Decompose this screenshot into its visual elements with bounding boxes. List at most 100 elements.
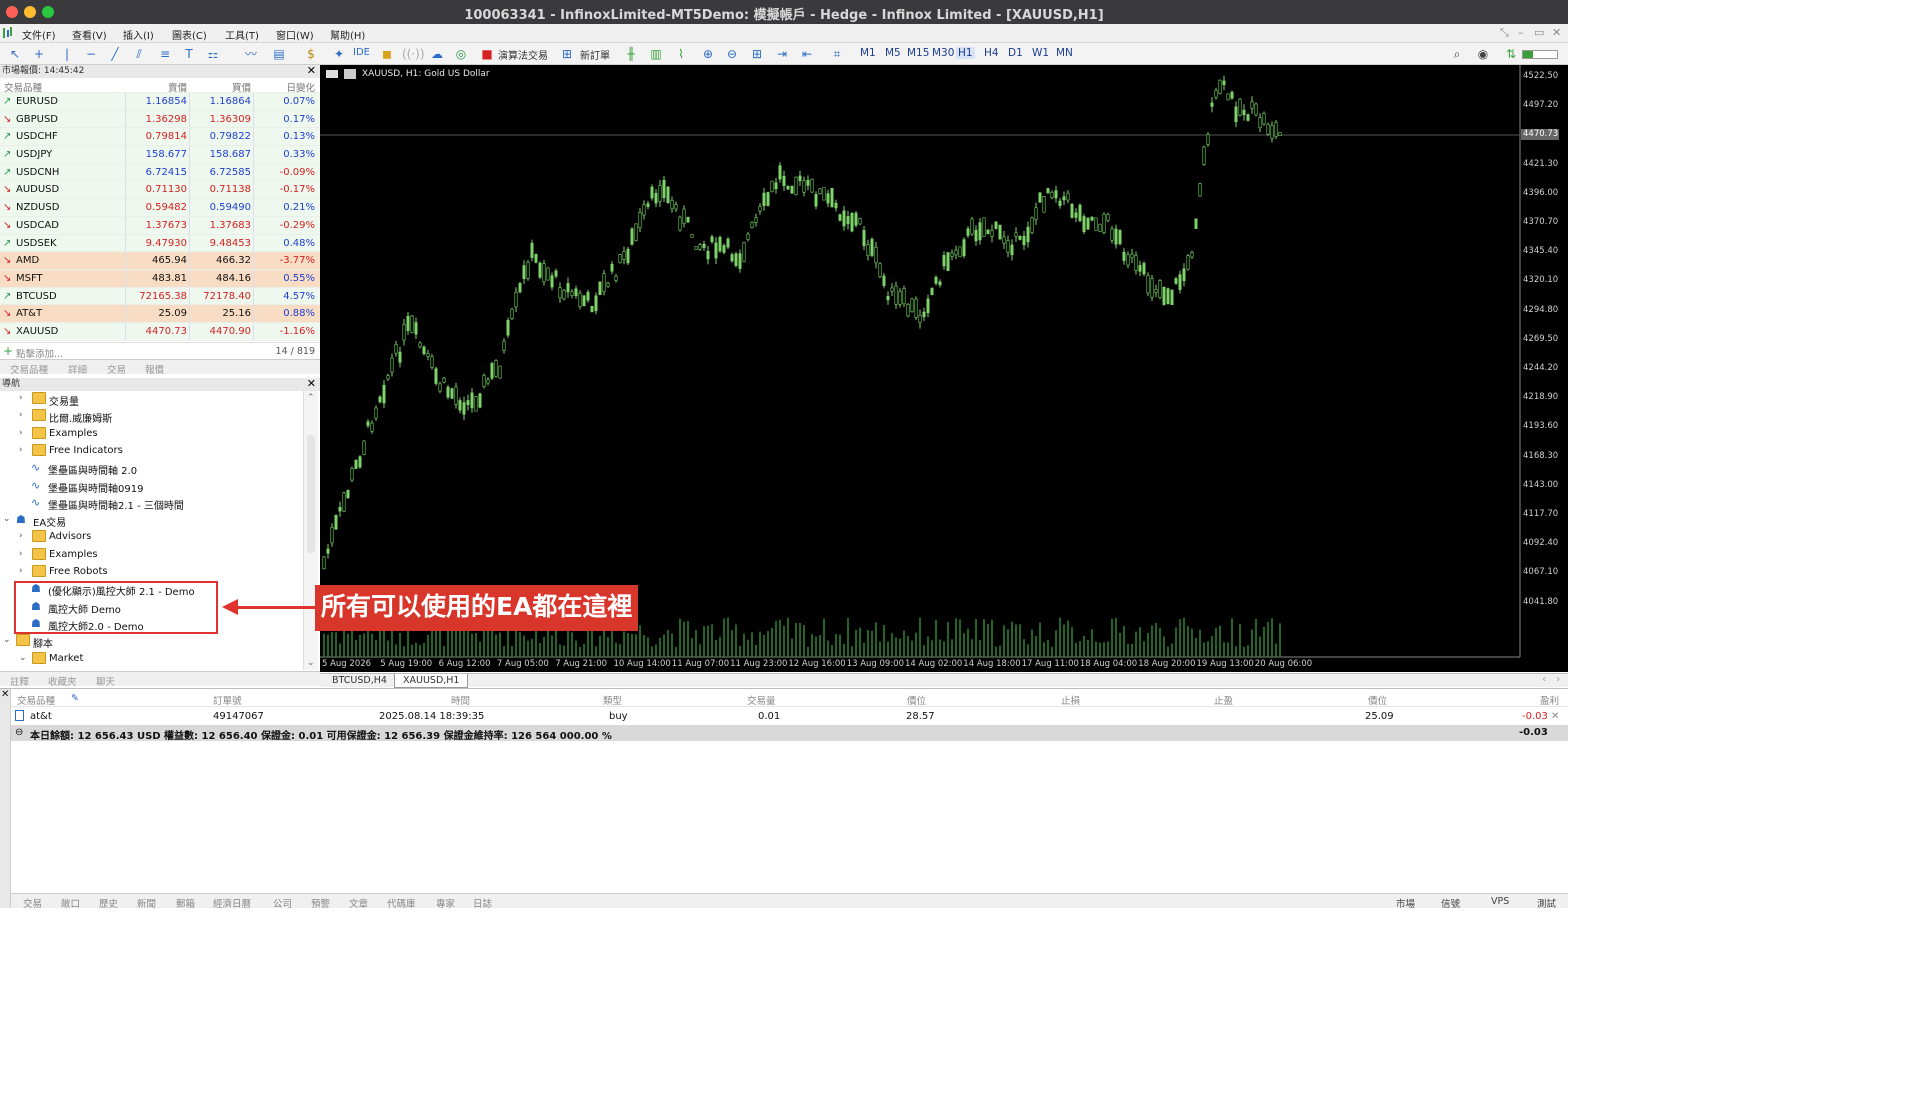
chevron-down-icon[interactable]: ⌄ <box>3 514 11 524</box>
chevron-right-icon[interactable]: › <box>19 531 23 541</box>
chevron-right-icon[interactable]: › <box>19 393 23 403</box>
toolbox-tab[interactable]: 新聞 <box>137 896 156 910</box>
toolbox-tab[interactable]: 專家 <box>436 896 455 910</box>
chevron-down-icon[interactable]: ⌄ <box>19 653 27 663</box>
toolbox-tab[interactable]: 經濟日曆 <box>213 896 251 910</box>
candles-icon[interactable]: ▥ <box>647 46 665 62</box>
menu-file[interactable]: 文件(F) <box>22 27 56 42</box>
status-item[interactable]: 信號 <box>1441 896 1460 910</box>
trendline-icon[interactable]: ╱ <box>106 46 124 62</box>
autoscroll-icon[interactable]: ⇥ <box>773 46 791 62</box>
new-order-icon[interactable]: ⊞ <box>558 46 576 62</box>
scroll-up-icon[interactable]: ⌃ <box>307 393 315 403</box>
channel-icon[interactable]: ⫽ <box>130 46 148 62</box>
collapse-icon[interactable]: ⊖ <box>15 727 23 738</box>
search-icon[interactable]: ⌕ <box>1448 46 1466 62</box>
chevron-right-icon[interactable]: › <box>19 428 23 438</box>
market-watch-row[interactable]: ↗ EURUSD 1.16854 1.16864 0.07% <box>0 93 320 111</box>
toolbox-tab[interactable]: 敞口 <box>61 896 80 910</box>
add-symbol-input[interactable]: 點擊添加... <box>16 346 63 360</box>
status-item[interactable]: 市場 <box>1396 896 1415 910</box>
toolbox-tab[interactable]: 代碼庫 <box>387 896 416 910</box>
tf-m15[interactable]: M15 <box>907 47 929 59</box>
zoom-out-icon[interactable]: ⊖ <box>723 46 741 62</box>
market-watch-row[interactable]: ↘ AMD 465.94 466.32 -3.77% <box>0 252 320 270</box>
toolbox-tab[interactable]: 預警 <box>311 896 330 910</box>
account-icon[interactable]: ◉ <box>1474 46 1492 62</box>
close-icon[interactable]: ✕ <box>1552 26 1561 39</box>
close-icon[interactable]: ✕ <box>307 378 316 390</box>
close-icon[interactable]: ✕ <box>1 689 9 700</box>
market-watch-row[interactable]: ↗ USDCNH 6.72415 6.72585 -0.09% <box>0 163 320 182</box>
horizontal-line-icon[interactable]: − <box>82 46 100 62</box>
toolbox-tab[interactable]: 日誌 <box>473 896 492 910</box>
chart-tab-xauusd[interactable]: XAUUSD,H1 <box>394 674 469 688</box>
algo-trading-icon[interactable]: ■ <box>478 46 496 62</box>
col-price[interactable]: 價位 <box>907 693 926 707</box>
tab-favorites[interactable]: 收藏夾 <box>48 674 77 688</box>
col-profit[interactable]: 盈利 <box>1540 693 1559 707</box>
col-type[interactable]: 類型 <box>603 693 622 707</box>
vertical-line-icon[interactable]: | <box>58 46 76 62</box>
minimize-icon[interactable]: – <box>1518 26 1524 39</box>
market-watch-row[interactable]: ↘ AUDUSD 0.71130 0.71138 -0.17% <box>0 181 320 200</box>
add-icon[interactable]: + <box>3 344 13 358</box>
restore-icon[interactable]: ⤡ <box>1500 26 1509 40</box>
chevron-right-icon[interactable]: › <box>19 549 23 559</box>
maximize-icon[interactable]: ▭ <box>1534 26 1544 39</box>
chevron-left-icon[interactable]: ‹ <box>1542 674 1546 685</box>
market-watch-row[interactable]: ↘ NZDUSD 0.59482 0.59490 0.21% <box>0 199 320 217</box>
tf-h1[interactable]: H1 <box>956 47 975 59</box>
status-item[interactable]: VPS <box>1491 896 1509 907</box>
algo-trading-button[interactable]: 演算法交易 <box>498 47 548 62</box>
col-symbol[interactable]: 交易品種 <box>4 80 42 94</box>
chevron-right-icon[interactable]: › <box>19 445 23 455</box>
price-chart[interactable]: XAUUSD, H1: Gold US Dollar 4522.50 4497.2… <box>320 65 1568 672</box>
tab-trading[interactable]: 交易 <box>107 362 126 376</box>
market-watch-row[interactable]: ↘ AT&T 25.09 25.16 0.88% <box>0 305 320 323</box>
menu-help[interactable]: 幫助(H) <box>330 27 365 42</box>
vps-icon[interactable]: ◎ <box>452 46 470 62</box>
tf-mn[interactable]: MN <box>1056 47 1073 59</box>
market-bag-icon[interactable]: ◼ <box>378 46 396 62</box>
toolbox-tab[interactable]: 郵箱 <box>176 896 195 910</box>
chevron-right-icon[interactable]: › <box>19 410 23 420</box>
candlestick-plot[interactable] <box>320 65 1568 672</box>
chart-shift-icon[interactable]: ⇤ <box>798 46 816 62</box>
cloud-icon[interactable]: ☁ <box>428 46 446 62</box>
status-item[interactable]: 測試 <box>1537 896 1556 910</box>
edit-icon[interactable]: ✎ <box>71 693 79 704</box>
zoom-in-icon[interactable]: ⊕ <box>699 46 717 62</box>
chevron-right-icon[interactable]: › <box>1556 674 1560 685</box>
col-ticket[interactable]: 訂單號 <box>213 693 242 707</box>
toolbox-tab[interactable]: 文章 <box>349 896 368 910</box>
market-watch-row[interactable]: ↗ USDCHF 0.79814 0.79822 0.13% <box>0 128 320 147</box>
dollar-icon[interactable]: $ <box>302 46 320 62</box>
market-watch-row[interactable]: ↗ BTCUSD 72165.38 72178.40 4.57% <box>0 287 320 306</box>
shapes-icon[interactable]: ⚏ <box>204 46 222 62</box>
tf-m1[interactable]: M1 <box>860 47 876 59</box>
chart-type-icon[interactable]: ▤ <box>270 46 288 62</box>
close-icon[interactable]: ✕ <box>307 65 316 77</box>
scroll-down-icon[interactable]: ⌄ <box>307 658 315 668</box>
cursor-icon[interactable]: ↖ <box>6 46 24 62</box>
line-chart-icon[interactable]: ⌇ <box>672 46 690 62</box>
tf-d1[interactable]: D1 <box>1008 47 1023 59</box>
ide-button[interactable]: IDE <box>353 47 370 58</box>
col-tp[interactable]: 止盈 <box>1214 693 1233 707</box>
col-volume[interactable]: 交易量 <box>747 693 776 707</box>
market-watch-row[interactable]: ↗ USDSEK 9.47930 9.48453 0.48% <box>0 234 320 253</box>
chevron-down-icon[interactable]: ⌄ <box>3 635 11 645</box>
menu-view[interactable]: 查看(V) <box>72 27 107 42</box>
chevron-right-icon[interactable]: › <box>19 566 23 576</box>
tf-m30[interactable]: M30 <box>932 47 954 59</box>
col-current-price[interactable]: 價位 <box>1368 693 1387 707</box>
tab-symbols[interactable]: 交易品種 <box>10 362 48 376</box>
market-watch-row[interactable]: ↘ XAUUSD 4470.73 4470.90 -1.16% <box>0 322 320 341</box>
metaeditor-icon[interactable]: ✦ <box>330 46 348 62</box>
tab-ticks[interactable]: 報價 <box>145 362 164 376</box>
market-watch-row[interactable]: ↗ USDJPY 158.677 158.687 0.33% <box>0 146 320 164</box>
indicators-icon[interactable]: 〰 <box>242 46 260 62</box>
col-time[interactable]: 時間 <box>451 693 470 707</box>
crosshair-icon[interactable]: + <box>30 46 48 62</box>
